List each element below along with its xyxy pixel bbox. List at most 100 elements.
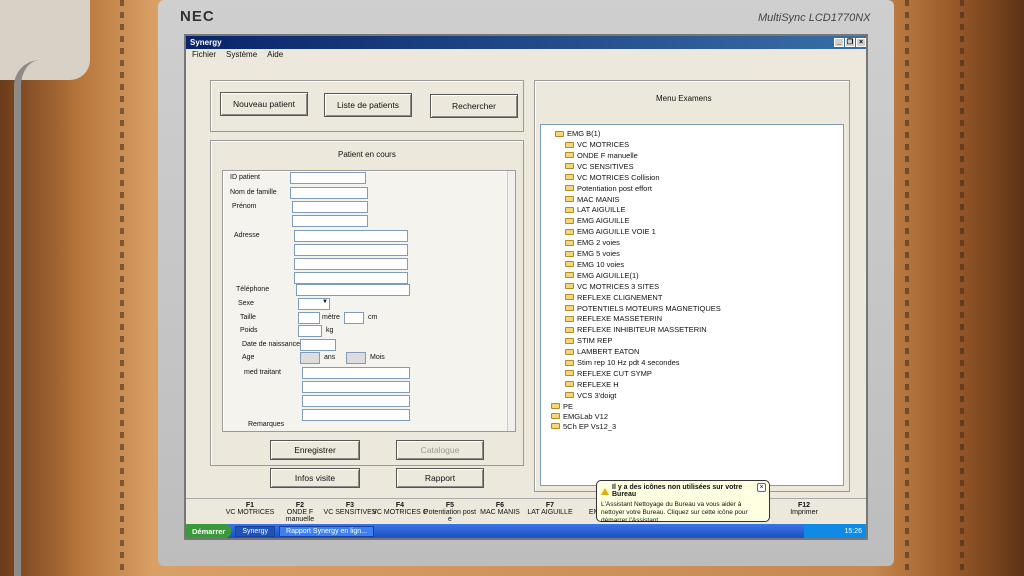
- tree-item[interactable]: STIM REP: [565, 336, 612, 345]
- tree-item[interactable]: LAMBERT EATON: [565, 347, 639, 356]
- doctor-line-1[interactable]: [302, 367, 410, 379]
- tree-item[interactable]: EMG 2 voies: [565, 238, 620, 247]
- visit-info-button[interactable]: Infos visite: [270, 468, 360, 488]
- tree-item-label: LAT AIGUILLE: [577, 205, 626, 215]
- tree-item[interactable]: MAC MANIS: [565, 195, 620, 204]
- tree-item[interactable]: REFLEXE CUT SYMP: [565, 369, 652, 378]
- close-button[interactable]: ×: [856, 38, 866, 47]
- search-button[interactable]: Rechercher: [430, 94, 518, 118]
- fkey-button[interactable]: F4 VC MOTRICES C: [372, 502, 428, 516]
- phone-field[interactable]: [296, 284, 410, 296]
- tree-item[interactable]: Stim rep 10 Hz pdt 4 secondes: [565, 358, 680, 367]
- meter-unit: mètre: [322, 314, 340, 321]
- tree-item[interactable]: EMG AIGUILLE(1): [565, 271, 639, 280]
- folder-icon: [565, 141, 574, 148]
- tree-item-label: EMG 5 voies: [577, 249, 620, 258]
- tree-item[interactable]: EMG 5 voies: [565, 249, 620, 258]
- power-cable: [14, 60, 40, 576]
- fkey-key: F6: [495, 502, 505, 509]
- fkey-key: F3: [345, 502, 355, 509]
- tree-item[interactable]: VCS 3'doigt: [565, 391, 616, 400]
- menu-fichier[interactable]: Fichier: [192, 50, 216, 59]
- folder-icon: [565, 185, 574, 192]
- tree-root[interactable]: EMG B(1): [555, 129, 600, 138]
- tree-item-label: STIM REP: [577, 336, 613, 346]
- address-line-3[interactable]: [294, 258, 408, 270]
- fkey-key: F5: [445, 502, 455, 509]
- menu-systeme[interactable]: Système: [226, 50, 257, 59]
- taskbar-report[interactable]: Rapport Synergy en lign...: [279, 525, 374, 537]
- doctor-line-4[interactable]: [302, 409, 410, 421]
- fkey-button[interactable]: F12 Imprimer: [776, 502, 832, 516]
- weight-field[interactable]: [298, 325, 322, 337]
- tree-item[interactable]: VC MOTRICES 3 SITES: [565, 282, 659, 291]
- new-patient-button[interactable]: Nouveau patient: [220, 92, 308, 116]
- taskbar-synergy[interactable]: Synergy: [235, 525, 276, 537]
- form-scrollbar[interactable]: [507, 171, 515, 431]
- fkey-button[interactable]: F7 LAT AIGUILLE: [522, 502, 578, 516]
- tree-item-label: EMG AIGUILLE: [577, 216, 630, 226]
- tree-group[interactable]: 5Ch EP Vs12_3: [551, 422, 616, 431]
- tree-item[interactable]: EMG AIGUILLE VOIE 1: [565, 227, 656, 236]
- tree-item[interactable]: EMG AIGUILLE: [565, 216, 630, 225]
- height-cm-field[interactable]: [344, 312, 364, 324]
- fkey-button[interactable]: F2 ONDE F manuelle: [272, 502, 328, 523]
- tree-item[interactable]: LAT AIGUILLE: [565, 205, 626, 214]
- folder-icon: [565, 217, 574, 224]
- save-button[interactable]: Enregistrer: [270, 440, 360, 460]
- tree-item[interactable]: REFLEXE H: [565, 380, 619, 389]
- fkey-button[interactable]: F3 VC SENSITIVES: [322, 502, 378, 516]
- folder-icon: [565, 370, 574, 377]
- tree-item[interactable]: VC MOTRICES: [565, 140, 629, 149]
- doctor-label: med traitant: [244, 369, 281, 376]
- tree-item[interactable]: REFLEXE MASSETERIN: [565, 314, 662, 323]
- tree-item[interactable]: REFLEXE INHIBITEUR MASSETERIN: [565, 325, 707, 334]
- minimize-button[interactable]: _: [834, 38, 844, 47]
- notification-balloon[interactable]: Il y a des icônes non utilisées sur votr…: [596, 480, 770, 524]
- doctor-line-3[interactable]: [302, 395, 410, 407]
- close-icon[interactable]: ×: [757, 483, 766, 492]
- fkey-button[interactable]: F5 Potentiation post e: [422, 502, 478, 523]
- address-line-2[interactable]: [294, 244, 408, 256]
- system-tray: 15:26: [804, 524, 866, 538]
- taskbar: Démarrer Synergy Rapport Synergy en lign…: [186, 524, 866, 538]
- tree-item[interactable]: Potentiation post effort: [565, 184, 652, 193]
- patient-list-button[interactable]: Liste de patients: [324, 93, 412, 117]
- fkey-button[interactable]: F1 VC MOTRICES: [222, 502, 278, 516]
- tree-item[interactable]: ONDE F manuelle: [565, 151, 638, 160]
- warning-icon: [601, 487, 609, 495]
- tree-item-label: EMG 2 voies: [577, 238, 620, 248]
- tree-item-label: VC MOTRICES: [577, 140, 630, 149]
- fkey-label: MAC MANIS: [480, 509, 520, 516]
- tree-group[interactable]: EMGLab V12: [551, 412, 608, 421]
- height-meter-field[interactable]: [298, 312, 320, 324]
- tree-group[interactable]: PE: [551, 402, 573, 411]
- folder-open-icon: [555, 130, 564, 137]
- folder-icon: [565, 174, 574, 181]
- address-line-4[interactable]: [294, 272, 408, 284]
- id-field[interactable]: [290, 172, 366, 184]
- start-button[interactable]: Démarrer: [186, 524, 232, 538]
- tree-item[interactable]: VC SENSITIVES: [565, 162, 634, 171]
- lastname-field[interactable]: [290, 187, 368, 199]
- tree-item[interactable]: VC MOTRICES Collision: [565, 173, 660, 182]
- menu-aide[interactable]: Aide: [267, 50, 283, 59]
- birthdate-field[interactable]: [300, 339, 336, 351]
- address-label: Adresse: [234, 232, 260, 239]
- report-button[interactable]: Rapport: [396, 468, 484, 488]
- window-titlebar[interactable]: Synergy _ ❐ ×: [186, 36, 866, 49]
- tree-item[interactable]: POTENTIELS MOTEURS MAGNETIQUES: [565, 304, 721, 313]
- tree-item[interactable]: REFLEXE CLIGNEMENT: [565, 293, 662, 302]
- firstname-field[interactable]: [292, 201, 368, 213]
- folder-icon: [565, 250, 574, 257]
- address-line-1[interactable]: [294, 230, 408, 242]
- sex-select[interactable]: ▼: [298, 298, 330, 310]
- fkey-button[interactable]: F6 MAC MANIS: [472, 502, 528, 516]
- maximize-button[interactable]: ❐: [845, 38, 855, 47]
- folder-icon: [551, 423, 560, 430]
- tree-item[interactable]: EMG 10 voies: [565, 260, 624, 269]
- doctor-line-2[interactable]: [302, 381, 410, 393]
- firstname-label: Prénom: [232, 203, 257, 210]
- firstname-field-2[interactable]: [292, 215, 368, 227]
- age-label: Age: [242, 354, 255, 361]
